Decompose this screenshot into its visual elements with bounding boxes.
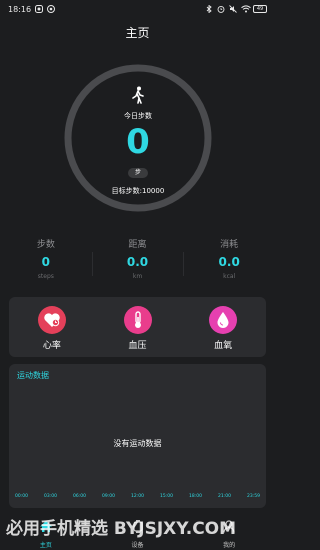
today-steps-label: 今日步数 <box>124 112 152 120</box>
status-time: 18:16 <box>8 4 32 14</box>
blood-oxygen-label: 血氧 <box>214 341 233 351</box>
walking-icon <box>130 86 146 104</box>
tab-home[interactable]: 主页 <box>0 512 92 550</box>
stat-steps: 步数 0 steps <box>0 238 92 288</box>
time-tick: 06:00 <box>73 494 86 499</box>
steps-unit-badge: 步 <box>128 168 148 178</box>
blood-pressure-label: 血压 <box>128 341 147 351</box>
heart-rate-button[interactable]: 心率 <box>9 297 95 357</box>
tab-label: 设备 <box>131 542 144 549</box>
sport-data-card[interactable]: 运动数据 没有运动数据 00:00 03:00 06:00 09:00 12:0… <box>9 364 266 508</box>
health-card: 心率 血压 血氧 <box>9 297 266 357</box>
profile-icon <box>223 518 235 537</box>
tab-label: 我的 <box>223 542 236 549</box>
time-axis: 00:00 03:00 06:00 09:00 12:00 15:00 18:0… <box>15 494 260 499</box>
bluetooth-icon <box>205 4 213 14</box>
stat-value: 0.0 <box>218 255 240 269</box>
battery-indicator: 49 <box>253 5 267 13</box>
stat-label: 步数 <box>36 240 55 250</box>
time-tick: 15:00 <box>160 494 173 499</box>
blood-oxygen-button[interactable]: 血氧 <box>180 297 266 357</box>
stat-value: 0.0 <box>126 255 149 269</box>
time-tick: 23:59 <box>247 494 260 499</box>
stat-unit: km <box>132 273 143 280</box>
stat-label: 距离 <box>128 240 147 250</box>
mute-icon <box>229 5 237 13</box>
goal-steps-label[interactable]: 目标步数:10000 <box>62 186 214 196</box>
empty-state-text: 没有运动数据 <box>113 439 162 448</box>
page-title: 主页 <box>125 26 150 40</box>
blood-pressure-button[interactable]: 血压 <box>95 297 181 357</box>
bottom-tab-bar: 主页 设备 我的 <box>0 512 275 550</box>
wifi-icon <box>241 5 251 13</box>
heart-rate-label: 心率 <box>42 341 61 351</box>
stat-calories: 消耗 0.0 kcal <box>183 238 275 288</box>
time-tick: 18:00 <box>189 494 202 499</box>
time-tick: 03:00 <box>44 494 57 499</box>
tab-label: 主页 <box>39 542 52 549</box>
step-count: 0 <box>126 122 150 162</box>
thermometer-icon <box>123 306 152 334</box>
steps-ring: 今日步数 0 步 目标步数:10000 <box>62 62 214 214</box>
sport-data-title: 运动数据 <box>17 371 49 380</box>
app-notification-icon <box>35 5 44 13</box>
time-tick: 09:00 <box>102 494 115 499</box>
stats-row: 步数 0 steps 距离 0.0 km 消耗 0.0 kcal <box>0 238 275 288</box>
app-notification-icon-2 <box>47 5 56 13</box>
status-bar: 18:16 49 <box>0 0 275 18</box>
tab-profile[interactable]: 我的 <box>183 512 275 550</box>
stat-distance: 距离 0.0 km <box>91 238 184 288</box>
stat-unit: steps <box>37 273 54 280</box>
home-icon <box>39 518 53 537</box>
time-tick: 00:00 <box>15 494 28 499</box>
stat-unit: kcal <box>223 273 236 280</box>
stat-label: 消耗 <box>220 240 239 250</box>
tab-device[interactable]: 设备 <box>92 512 184 550</box>
heart-rate-icon <box>37 306 66 334</box>
time-tick: 21:00 <box>218 494 231 499</box>
stat-value: 0 <box>41 255 51 269</box>
time-tick: 12:00 <box>131 494 144 499</box>
alarm-icon <box>217 5 225 13</box>
blood-drop-icon <box>209 306 238 334</box>
device-icon <box>132 518 143 537</box>
